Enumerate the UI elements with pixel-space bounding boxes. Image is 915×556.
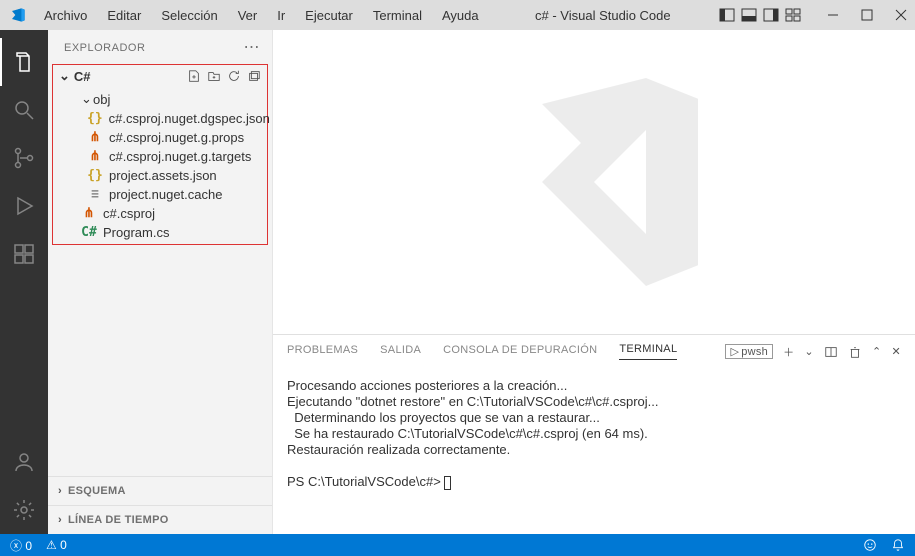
tab-debug-console[interactable]: CONSOLA DE DEPURACIÓN	[443, 344, 597, 360]
window-title: c# - Visual Studio Code	[491, 8, 715, 23]
terminal-split-dropdown-icon[interactable]: ⌄	[804, 345, 814, 358]
chevron-right-icon: ›	[58, 514, 62, 526]
status-warnings[interactable]: ⚠ 0	[46, 538, 67, 552]
titlebar: Archivo Editar Selección Ver Ir Ejecutar…	[0, 0, 915, 30]
activity-settings-gear-icon[interactable]	[0, 486, 48, 534]
menu-selection[interactable]: Selección	[153, 4, 225, 27]
terminal-output[interactable]: Procesando acciones posteriores a la cre…	[273, 360, 915, 534]
project-root-label: C#	[74, 69, 91, 84]
text-file-icon: ≡	[87, 187, 103, 202]
new-folder-icon[interactable]	[207, 69, 221, 83]
tab-problems[interactable]: PROBLEMAS	[287, 344, 358, 360]
file-label: project.assets.json	[109, 168, 217, 183]
file-label: project.nuget.cache	[109, 187, 222, 202]
chevron-down-icon: ⌄	[59, 68, 70, 84]
chevron-right-icon: ▷	[730, 345, 739, 358]
menu-help[interactable]: Ayuda	[434, 4, 487, 27]
activity-run-debug-icon[interactable]	[0, 182, 48, 230]
explorer-highlight-box: ⌄ C# ⌄ obj {} c#.csproj.nuget.dgspec.json…	[52, 64, 268, 245]
file-row[interactable]: ≡ project.nuget.cache	[53, 185, 267, 204]
status-bar: ⓧ 0 ⚠ 0	[0, 534, 915, 556]
split-terminal-icon[interactable]	[824, 345, 838, 359]
menu-terminal[interactable]: Terminal	[365, 4, 430, 27]
xml-file-icon: ⋔	[87, 130, 103, 145]
new-terminal-icon[interactable]: ＋	[783, 344, 794, 360]
activity-bar	[0, 30, 48, 534]
file-label: c#.csproj	[103, 206, 155, 221]
maximize-panel-icon[interactable]: ⌃	[872, 345, 882, 358]
menu-go[interactable]: Ir	[269, 4, 293, 27]
xml-file-icon: ⋔	[81, 206, 97, 221]
activity-search-icon[interactable]	[0, 86, 48, 134]
file-label: Program.cs	[103, 225, 169, 240]
file-row[interactable]: {} c#.csproj.nuget.dgspec.json	[53, 109, 267, 128]
explorer-title: EXPLORADOR	[64, 42, 145, 54]
file-label: c#.csproj.nuget.g.props	[109, 130, 244, 145]
menu-edit[interactable]: Editar	[99, 4, 149, 27]
panel: PROBLEMAS SALIDA CONSOLA DE DEPURACIÓN T…	[273, 334, 915, 534]
menu-file[interactable]: Archivo	[36, 4, 95, 27]
status-feedback-icon[interactable]	[863, 538, 877, 552]
workbench: EXPLORADOR ⋯ ⌄ C# ⌄ obj {}c#.csproj.nu	[0, 30, 915, 534]
terminal-cursor	[444, 476, 451, 490]
file-label: c#.csproj.nuget.g.targets	[109, 149, 251, 164]
refresh-icon[interactable]	[227, 69, 241, 83]
section-label: ESQUEMA	[68, 485, 126, 497]
file-row[interactable]: {} project.assets.json	[53, 166, 267, 185]
tab-output[interactable]: SALIDA	[380, 344, 421, 360]
toggle-panel-icon[interactable]	[741, 7, 757, 23]
section-label: LÍNEA DE TIEMPO	[68, 514, 169, 526]
vscode-logo-icon	[10, 7, 26, 23]
activity-account-icon[interactable]	[0, 438, 48, 486]
window-maximize-icon[interactable]	[859, 7, 875, 23]
new-file-icon[interactable]	[187, 69, 201, 83]
file-row[interactable]: C# Program.cs	[53, 223, 267, 242]
timeline-section[interactable]: › LÍNEA DE TIEMPO	[48, 505, 272, 534]
tab-terminal[interactable]: TERMINAL	[619, 343, 677, 360]
activity-explorer-icon[interactable]	[0, 38, 48, 86]
csharp-file-icon: C#	[81, 225, 97, 240]
terminal-shell-selector[interactable]: ▷ pwsh	[725, 344, 773, 359]
folder-obj[interactable]: ⌄ obj	[53, 89, 267, 109]
explorer-more-icon[interactable]: ⋯	[244, 40, 261, 56]
menu-view[interactable]: Ver	[230, 4, 266, 27]
file-row[interactable]: ⋔ c#.csproj.nuget.g.props	[53, 128, 267, 147]
menu-run[interactable]: Ejecutar	[297, 4, 361, 27]
editor-area: PROBLEMAS SALIDA CONSOLA DE DEPURACIÓN T…	[273, 30, 915, 534]
project-root[interactable]: ⌄ C#	[53, 65, 267, 87]
chevron-down-icon: ⌄	[81, 91, 93, 107]
xml-file-icon: ⋔	[87, 149, 103, 164]
window-close-icon[interactable]	[893, 7, 909, 23]
json-file-icon: {}	[87, 111, 103, 126]
file-row[interactable]: ⋔ c#.csproj	[53, 204, 267, 223]
json-file-icon: {}	[87, 168, 103, 183]
folder-label: obj	[93, 92, 110, 107]
outline-section[interactable]: › ESQUEMA	[48, 476, 272, 505]
layout-controls	[719, 7, 801, 23]
kill-terminal-icon[interactable]	[848, 345, 862, 359]
status-errors[interactable]: ⓧ 0	[10, 537, 32, 554]
explorer-sidebar: EXPLORADOR ⋯ ⌄ C# ⌄ obj {}c#.csproj.nu	[48, 30, 273, 534]
file-row[interactable]: ⋔ c#.csproj.nuget.g.targets	[53, 147, 267, 166]
panel-tabs: PROBLEMAS SALIDA CONSOLA DE DEPURACIÓN T…	[273, 335, 915, 360]
window-minimize-icon[interactable]	[825, 7, 841, 23]
close-panel-icon[interactable]: ✕	[891, 345, 901, 358]
chevron-right-icon: ›	[58, 485, 62, 497]
status-notifications-icon[interactable]	[891, 538, 905, 552]
activity-extensions-icon[interactable]	[0, 230, 48, 278]
file-label: c#.csproj.nuget.dgspec.json	[109, 111, 270, 126]
editor-watermark	[273, 30, 915, 334]
toggle-primary-sidebar-icon[interactable]	[719, 7, 735, 23]
customize-layout-icon[interactable]	[785, 7, 801, 23]
collapse-all-icon[interactable]	[247, 69, 261, 83]
toggle-secondary-sidebar-icon[interactable]	[763, 7, 779, 23]
activity-source-control-icon[interactable]	[0, 134, 48, 182]
